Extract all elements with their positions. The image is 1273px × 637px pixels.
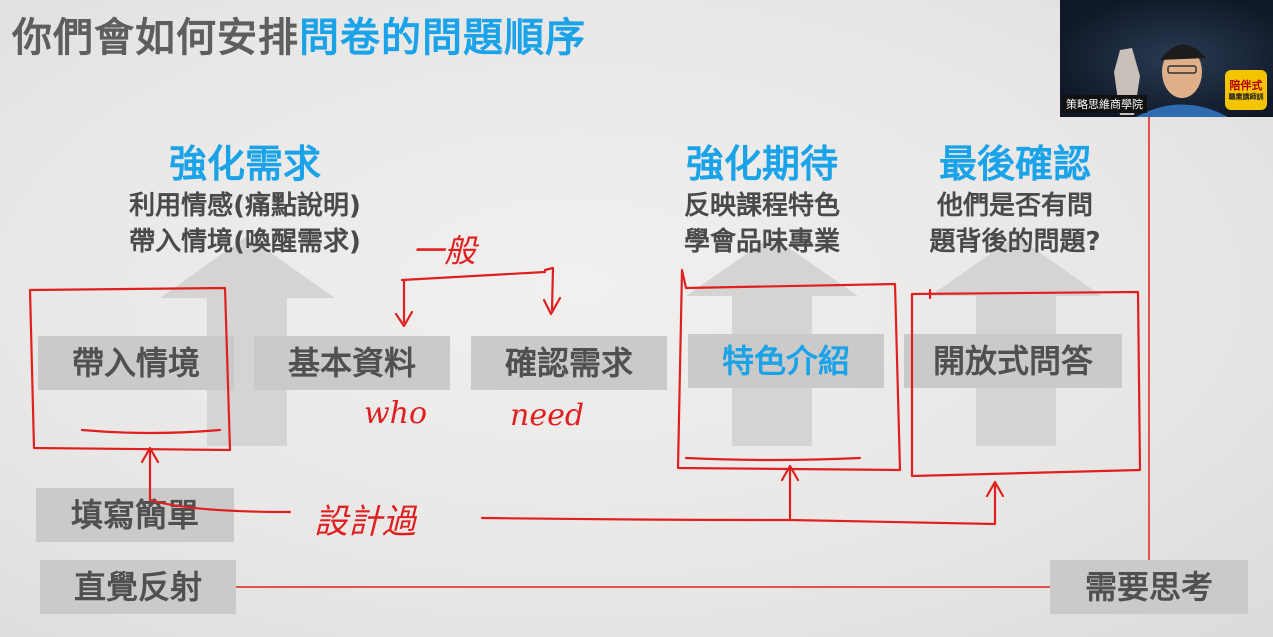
- heading-line-2: 題背後的問題?: [929, 227, 1101, 257]
- page-title: 你們會如何安排問卷的問題順序: [12, 12, 586, 64]
- heading-title: 強化期待: [685, 142, 838, 186]
- webcam-badge: 陪伴式 職業講師訓: [1225, 70, 1267, 110]
- webcam-channel-tag: 策略思維商學院: [1062, 95, 1147, 113]
- column-heading-final-confirmation: 最後確認 他們是否有問 題背後的問題?: [900, 140, 1130, 260]
- badge-line-1: 陪伴式: [1229, 78, 1263, 92]
- box-need-think: 需要思考: [1050, 560, 1248, 614]
- heading-title: 強化需求: [168, 142, 321, 186]
- box-feature-intro: 特色介紹: [688, 334, 884, 388]
- heading-line-1: 他們是否有問: [936, 191, 1093, 221]
- heading-line-1: 反映課程特色: [683, 191, 840, 221]
- box-basic-info: 基本資料: [254, 336, 450, 390]
- box-easy-fill: 填寫簡單: [36, 488, 234, 542]
- heading-title: 最後確認: [938, 142, 1091, 186]
- heading-line-2: 學會品味專業: [683, 227, 840, 257]
- handwriting-general: 一般: [412, 232, 477, 270]
- heading-line-2: 帶入情境(喚醒需求): [129, 227, 361, 257]
- title-part-2: 問卷的問題順序: [299, 15, 586, 61]
- handwriting-design: 設計過: [314, 502, 416, 542]
- heading-line-1: 利用情感(痛點說明): [129, 191, 361, 221]
- column-heading-strengthen-expectation: 強化期待 反映課程特色 學會品味專業: [652, 140, 872, 260]
- badge-line-2: 職業講師訓: [1228, 92, 1264, 101]
- webcam-overlay: 策略思維商學院 陪伴式 職業講師訓: [1060, 0, 1273, 117]
- title-part-1: 你們會如何安排: [12, 15, 299, 61]
- box-intuitive: 直覺反射: [40, 560, 236, 614]
- box-confirm-need: 確認需求: [471, 336, 667, 390]
- box-open-qa: 開放式問答: [904, 334, 1122, 388]
- box-scenario: 帶入情境: [38, 336, 234, 390]
- handwriting-who: who: [364, 396, 428, 431]
- column-heading-strengthen-need: 強化需求 利用情感(痛點說明) 帶入情境(喚醒需求): [90, 140, 400, 260]
- handwriting-need: need: [510, 398, 585, 433]
